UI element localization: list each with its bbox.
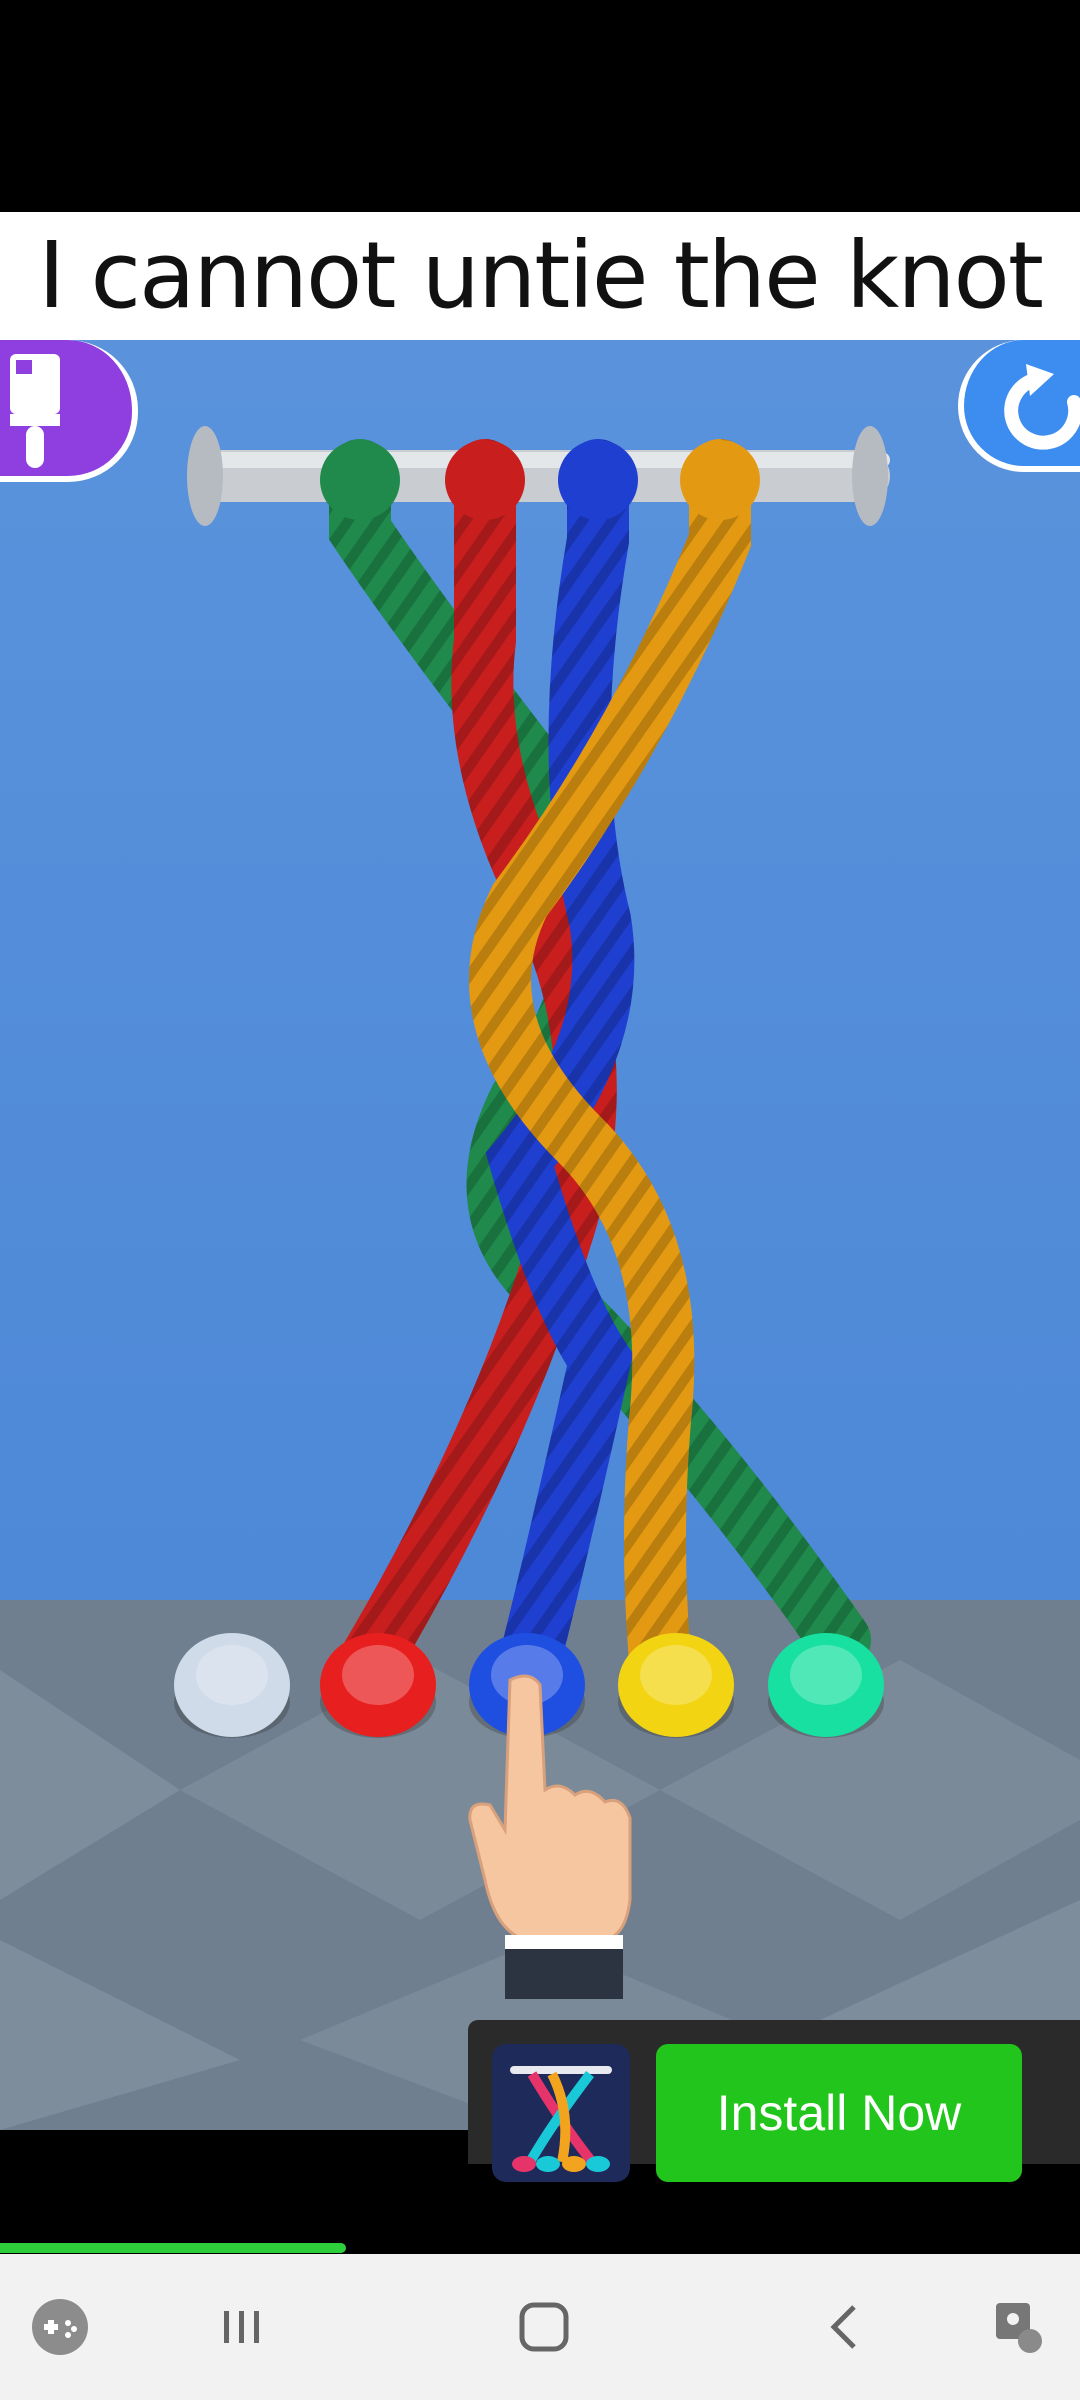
peg-red[interactable] <box>320 1633 436 1738</box>
peg-yellow[interactable] <box>618 1633 734 1738</box>
recents-icon[interactable] <box>182 2254 302 2400</box>
paint-button[interactable] <box>0 340 138 482</box>
ad-banner[interactable]: Install Now <box>468 2020 1080 2182</box>
game-area[interactable] <box>0 340 1080 2130</box>
caption-text: I cannot untie the knot <box>38 222 1044 329</box>
game-scene[interactable] <box>0 340 1080 2130</box>
home-icon[interactable] <box>484 2254 604 2400</box>
rope-bar <box>187 426 890 526</box>
restart-icon <box>1004 364 1080 450</box>
restart-button[interactable] <box>958 340 1080 472</box>
knot-orange <box>680 440 760 520</box>
game-launcher-icon[interactable] <box>0 2254 120 2400</box>
peg-white[interactable] <box>174 1633 290 1738</box>
progress-fill <box>0 2243 346 2253</box>
caption-bar: I cannot untie the knot <box>0 212 1080 340</box>
knot-blue <box>558 440 638 520</box>
back-icon[interactable] <box>786 2254 906 2400</box>
knot-red <box>445 440 525 520</box>
peg-green[interactable] <box>768 1633 884 1738</box>
assistant-icon[interactable] <box>960 2254 1080 2400</box>
navigation-bar <box>0 2254 1080 2400</box>
progress-bar <box>0 2243 1080 2253</box>
app-icon[interactable] <box>492 2044 630 2182</box>
install-now-button[interactable]: Install Now <box>656 2044 1022 2182</box>
knot-green <box>320 440 400 520</box>
paintbrush-icon <box>10 354 60 468</box>
top-black-bar <box>0 0 1080 212</box>
